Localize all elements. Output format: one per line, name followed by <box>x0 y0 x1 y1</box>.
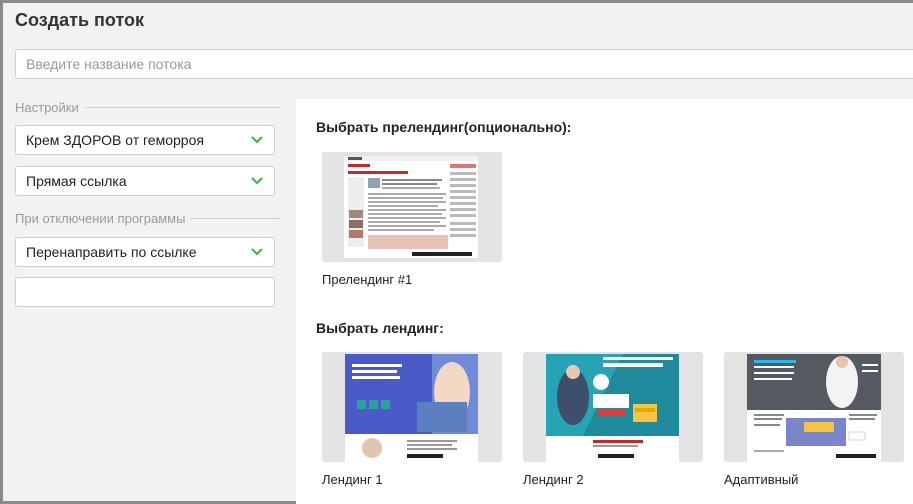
landing-card-2[interactable]: Лендинг 2 <box>523 352 703 487</box>
redirect-url-input[interactable] <box>15 277 275 307</box>
chevron-down-icon <box>251 177 263 185</box>
landing-thumbnail-1 <box>322 352 502 462</box>
disable-divider <box>191 218 280 219</box>
prelanding-section-title: Выбрать прелендинг(опционально): <box>316 119 572 135</box>
landing-card-1[interactable]: Лендинг 1 <box>322 352 502 487</box>
disable-action-select[interactable]: Перенаправить по ссылке <box>15 237 275 267</box>
offer-select-value: Крем ЗДОРОВ от геморроя <box>26 132 204 148</box>
landing-label-adaptive: Адаптивный <box>724 472 799 487</box>
landing-label-2: Лендинг 2 <box>523 472 584 487</box>
stream-name-input[interactable] <box>15 49 913 79</box>
settings-divider <box>84 107 281 108</box>
prelanding-label: Прелендинг #1 <box>322 272 413 287</box>
prelanding-card[interactable]: Прелендинг #1 <box>322 152 502 287</box>
chevron-down-icon <box>251 248 263 256</box>
landing-thumbnail-adaptive <box>724 352 904 462</box>
link-type-select-value: Прямая ссылка <box>26 173 127 189</box>
settings-legend: Настройки <box>15 100 281 115</box>
landing-selection-area: Выбрать прелендинг(опционально): Преленд… <box>296 99 913 504</box>
landing-label-1: Лендинг 1 <box>322 472 383 487</box>
adaptive-preview-image <box>747 354 881 462</box>
offer-select[interactable]: Крем ЗДОРОВ от геморроя <box>15 125 275 155</box>
disable-legend-label: При отключении программы <box>15 211 186 226</box>
create-stream-panel: Создать поток Настройки Крем ЗДОРОВ от г… <box>0 0 913 504</box>
disable-legend: При отключении программы <box>15 211 280 226</box>
landing-section-title: Выбрать лендинг: <box>316 320 444 336</box>
page-title: Создать поток <box>15 10 145 30</box>
landing-card-adaptive[interactable]: Адаптивный <box>724 352 904 487</box>
landing-1-preview-image <box>345 354 478 462</box>
settings-legend-label: Настройки <box>15 100 79 115</box>
link-type-select[interactable]: Прямая ссылка <box>15 166 275 196</box>
prelanding-preview-image <box>344 156 478 258</box>
landing-thumbnail-2 <box>523 352 703 462</box>
prelanding-thumbnail <box>322 152 502 262</box>
chevron-down-icon <box>251 136 263 144</box>
landing-2-preview-image <box>546 354 679 462</box>
disable-action-select-value: Перенаправить по ссылке <box>26 244 197 260</box>
